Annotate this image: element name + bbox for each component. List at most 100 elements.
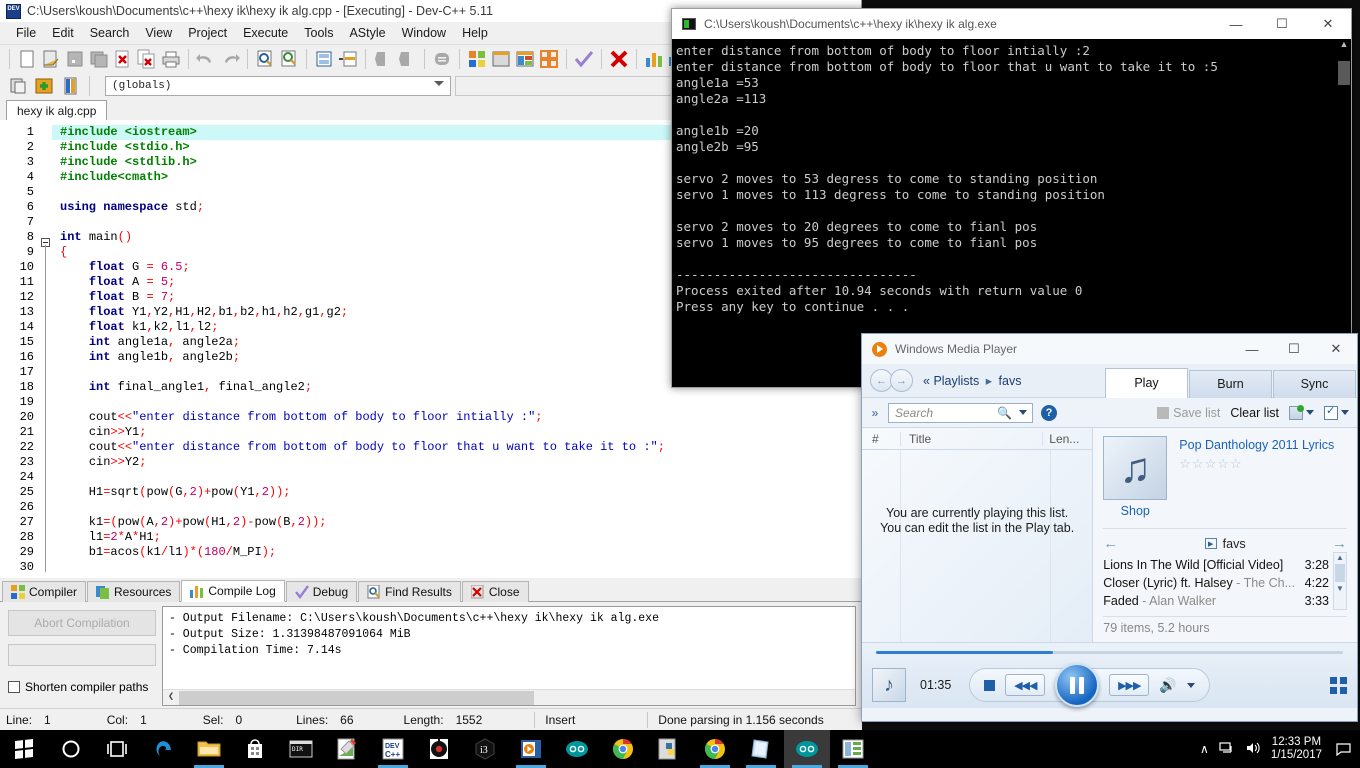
taskbar-item-arduino-window[interactable] — [784, 730, 830, 768]
code-line[interactable] — [52, 395, 862, 410]
prev-bookmark-icon[interactable] — [372, 48, 394, 70]
project-manager-icon[interactable] — [7, 75, 29, 97]
column-title[interactable]: Title — [900, 431, 1042, 446]
code-line[interactable]: cout<<"enter distance from bottom of bod… — [52, 410, 862, 425]
taskbar-item-media-player[interactable] — [508, 730, 554, 768]
print-icon[interactable] — [160, 48, 182, 70]
previous-button[interactable]: ◀◀◀ — [1005, 674, 1046, 696]
scroll-left-icon[interactable]: ❮ — [163, 690, 179, 706]
shorten-paths-checkbox[interactable] — [8, 681, 20, 693]
compile-log-hscrollbar[interactable]: ❮ — [163, 689, 855, 705]
code-line[interactable]: H1=sqrt(pow(G,2)+pow(Y1,2)); — [52, 485, 862, 500]
compile-icon[interactable] — [466, 48, 488, 70]
goto-line-icon[interactable] — [313, 48, 335, 70]
tab-find-results[interactable]: Find Results — [358, 581, 461, 602]
media-player-window[interactable]: Windows Media Player — ☐ ✕ ← → « Playlis… — [861, 333, 1358, 722]
code-line[interactable]: cin>>Y2; — [52, 455, 862, 470]
shop-link[interactable]: Shop — [1103, 504, 1167, 518]
menu-window[interactable]: Window — [394, 24, 454, 42]
breadcrumb[interactable]: « Playlists ▸ favs — [923, 373, 1021, 388]
code-line[interactable]: cout<<"enter distance from bottom of bod… — [52, 440, 862, 455]
code-line[interactable]: b1=acos(k1/l1)*(180/M_PI); — [52, 545, 862, 560]
chevron-down-icon[interactable] — [1306, 410, 1314, 415]
taskbar-item-arduino[interactable] — [554, 730, 600, 768]
stop-button[interactable] — [984, 679, 996, 691]
next-button[interactable]: ▶▶▶ — [1109, 674, 1150, 696]
volume-dropdown-icon[interactable] — [1186, 682, 1195, 688]
menu-astyle[interactable]: AStyle — [341, 24, 393, 42]
close-all-icon[interactable] — [136, 48, 158, 70]
forward-button[interactable]: → — [890, 369, 913, 392]
track-list[interactable]: Lions In The Wild [Official Video] 3:28 … — [1103, 556, 1329, 610]
taskbar-item-chrome-window[interactable] — [692, 730, 738, 768]
pause-button[interactable] — [1055, 663, 1100, 707]
taskbar-item-target-app[interactable] — [416, 730, 462, 768]
wmp-titlebar[interactable]: Windows Media Player — ☐ ✕ — [862, 334, 1357, 364]
goto-function-icon[interactable] — [337, 48, 359, 70]
taskbar-item-file-explorer[interactable] — [186, 730, 232, 768]
abort-compilation-button[interactable]: Abort Compilation — [8, 610, 156, 636]
bottom-panel-tabs[interactable]: Compiler Resources Compile Log Debug Fin… — [0, 578, 862, 602]
taskbar-item-edge[interactable] — [140, 730, 186, 768]
add-to-project-icon[interactable] — [33, 75, 55, 97]
layout-options-button[interactable] — [1324, 404, 1349, 420]
scroll-up-icon[interactable]: ▲ — [1334, 553, 1346, 562]
menu-file[interactable]: File — [8, 24, 44, 42]
scroll-down-icon[interactable]: ▼ — [1334, 584, 1346, 593]
code-line[interactable]: k1=(pow(A,2)+pow(H1,2)-pow(B,2)); — [52, 515, 862, 530]
taskbar-item-processing[interactable]: i3 — [462, 730, 508, 768]
playlist-pane[interactable]: # Title Len... You are currently playing… — [862, 428, 1094, 642]
shorten-paths-row[interactable]: Shorten compiler paths — [8, 680, 156, 694]
scrollbar-thumb[interactable] — [179, 690, 534, 705]
open-file-icon[interactable] — [40, 48, 62, 70]
scrollbar-thumb[interactable] — [1335, 564, 1345, 582]
wmp-window-buttons[interactable]: — ☐ ✕ — [1231, 334, 1357, 364]
run-icon[interactable] — [490, 48, 512, 70]
chevron-down-icon[interactable] — [1341, 410, 1349, 415]
console-titlebar[interactable]: C:\Users\koush\Documents\c++\hexy ik\hex… — [672, 9, 1351, 39]
taskbar-item-task-view[interactable] — [94, 730, 140, 768]
playlist-column-headers[interactable]: # Title Len... — [862, 428, 1093, 450]
column-number[interactable]: # — [862, 432, 900, 446]
chevron-down-icon[interactable] — [434, 81, 445, 86]
taskbar-item-notepad-plus[interactable] — [324, 730, 370, 768]
search-dropdown-icon[interactable] — [1019, 409, 1027, 415]
code-line[interactable]: cin>>Y1; — [52, 425, 862, 440]
help-icon[interactable]: ? — [1041, 404, 1057, 421]
rating-stars[interactable]: ☆☆☆☆☆ — [1179, 456, 1334, 472]
menu-view[interactable]: View — [137, 24, 180, 42]
wmp-subtoolbar[interactable]: » Search 🔍 ? Save list Clear list — [862, 398, 1357, 428]
transport-controls[interactable]: ◀◀◀ ▶▶▶ 🔊 — [969, 663, 1210, 707]
start-button[interactable] — [0, 730, 48, 768]
list-item[interactable]: Closer (Lyric) ft. Halsey - The Ch... 4:… — [1103, 574, 1329, 592]
taskbar[interactable]: DIR DEV C++ i3 ∧ 12:33 PM 1/15/2017 — [0, 730, 1360, 768]
menu-edit[interactable]: Edit — [44, 24, 82, 42]
devcpp-bottom-panel[interactable]: Compiler Resources Compile Log Debug Fin… — [0, 578, 862, 708]
compile-and-run-icon[interactable] — [514, 48, 536, 70]
menu-project[interactable]: Project — [180, 24, 235, 42]
tab-play[interactable]: Play — [1105, 367, 1188, 398]
new-file-icon[interactable] — [16, 48, 38, 70]
wmp-close-button[interactable]: ✕ — [1315, 334, 1357, 364]
rebuild-all-icon[interactable] — [538, 48, 560, 70]
taskbar-item-sticky-notes[interactable] — [738, 730, 784, 768]
editor-tab-file[interactable]: hexy ik alg.cpp — [6, 100, 108, 122]
taskbar-item-command-prompt[interactable]: DIR — [278, 730, 324, 768]
tray-expand-icon[interactable]: ∧ — [1200, 742, 1209, 756]
save-list-button[interactable]: Save list — [1157, 406, 1220, 420]
redo-icon[interactable] — [219, 48, 241, 70]
code-line[interactable]: l1=2*A*H1; — [52, 530, 862, 545]
breadcrumb-root[interactable]: Playlists — [933, 374, 979, 388]
network-icon[interactable] — [1219, 741, 1235, 758]
next-playlist-icon[interactable]: → — [1332, 535, 1347, 552]
code-line[interactable] — [52, 500, 862, 515]
clear-list-button[interactable]: Clear list — [1230, 406, 1279, 420]
list-item[interactable]: Lions In The Wild [Official Video] 3:28 — [1103, 556, 1329, 574]
profile-analysis-icon[interactable] — [643, 48, 665, 70]
tab-close-panel[interactable]: Close — [461, 581, 529, 602]
action-center-icon[interactable] — [1332, 730, 1354, 768]
stop-execution-icon[interactable] — [608, 48, 630, 70]
tab-resources[interactable]: Resources — [87, 581, 181, 602]
breadcrumb-current[interactable]: favs — [999, 374, 1022, 388]
list-options-button[interactable] — [1289, 404, 1314, 420]
